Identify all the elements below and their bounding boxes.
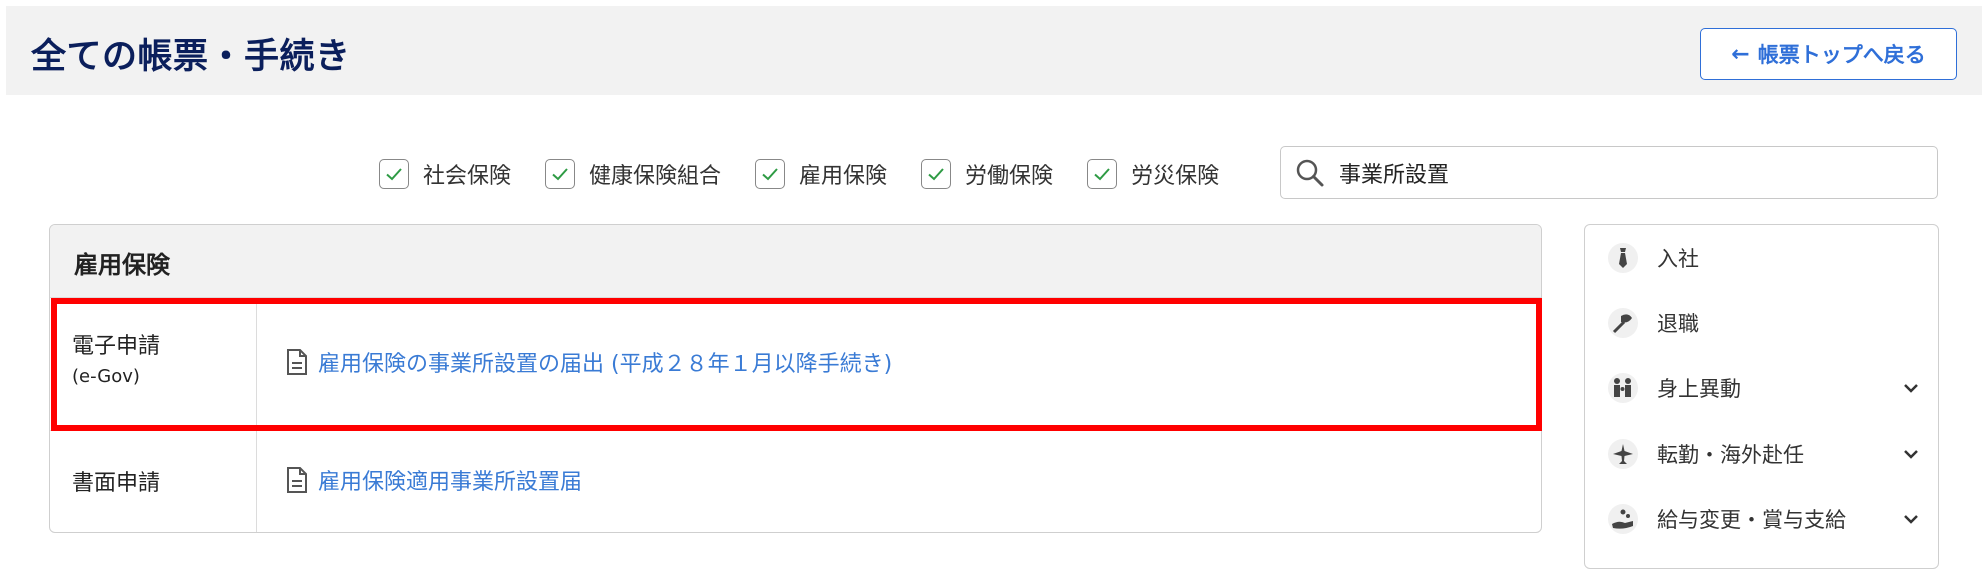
back-button-label: 帳票トップへ戻る [1757,43,1926,67]
page-header: 全ての帳票・手続き ← 帳票トップへ戻る [6,6,1982,95]
form-link[interactable]: 雇用保険適用事業所設置届 [286,464,582,496]
document-icon [287,467,307,493]
sidebar-item-tenkin[interactable]: 転勤・海外赴任 [1585,434,1938,474]
filter-rodo-hoken[interactable]: 労働保険 [921,158,1053,190]
chevron-down-icon[interactable] [1902,379,1920,397]
search-input[interactable]: 事業所設置 [1280,146,1938,199]
family-icon [1608,373,1638,403]
airplane-icon [1608,439,1638,469]
checkbox[interactable] [921,159,952,189]
table-row: 電子申請 (e-Gov) 雇用保険の事業所設置の届出 (平成２８年１月以降手続き… [50,298,1541,430]
filter-rosai-hoken[interactable]: 労災保険 [1087,158,1219,190]
filter-kenko-hoken-kumiai[interactable]: 健康保険組合 [545,158,721,190]
page-title: 全ての帳票・手続き [31,37,351,77]
filter-shakai-hoken[interactable]: 社会保険 [379,158,511,190]
sidebar-item-kyuyo-henko[interactable]: 給与変更・賞与支給 [1585,499,1938,539]
application-type-label: 電子申請 [72,334,161,359]
filter-label: 健康保険組合 [589,164,722,189]
checkmark-icon [552,168,568,181]
checkmark-icon [928,168,944,181]
checkmark-icon [1094,168,1110,181]
chevron-down-icon[interactable] [1902,445,1920,463]
sidebar-item-label: 転勤・海外赴任 [1657,443,1804,467]
application-type-cell: 電子申請 (e-Gov) [50,298,257,430]
table-header: 雇用保険 [50,225,1541,298]
form-link-label[interactable]: 雇用保険適用事業所設置届 [318,464,582,496]
document-icon [287,349,307,375]
bouquet-icon [1608,308,1638,338]
form-link[interactable]: 雇用保険の事業所設置の届出 (平成２８年１月以降手続き) [286,346,892,378]
sidebar-item-taishoku[interactable]: 退職 [1585,303,1938,343]
category-sidebar: 入社 退職 身上異動 転勤・海外赴任 給与変更・賞与支給 [1584,224,1939,569]
checkmark-icon [386,168,402,181]
search-icon [1296,159,1324,186]
form-link-label[interactable]: 雇用保険の事業所設置の届出 (平成２８年１月以降手続き) [318,346,892,378]
money-hand-icon [1608,504,1638,534]
checkbox[interactable] [545,159,576,189]
checkbox[interactable] [755,159,786,189]
filter-label: 労災保険 [1131,164,1220,189]
application-type-sub: (e-Gov) [72,366,140,387]
checkmark-icon [762,168,778,181]
filter-label: 雇用保険 [799,164,888,189]
sidebar-item-shinjo-ido[interactable]: 身上異動 [1585,368,1938,408]
arrow-left-icon: ← [1731,41,1750,67]
filter-koyo-hoken[interactable]: 雇用保険 [755,158,887,190]
application-type-cell: 書面申請 [50,431,257,532]
checkbox[interactable] [1087,159,1118,189]
filter-label: 労働保険 [965,164,1054,189]
sidebar-item-label: 退職 [1657,312,1699,336]
necktie-icon [1608,243,1638,273]
insurance-filter-group: 社会保険 健康保険組合 雇用保険 労働保険 労災保険 [379,156,1253,192]
sidebar-item-label: 身上異動 [1657,377,1741,401]
table-row: 書面申請 雇用保険適用事業所設置届 [50,430,1541,532]
filter-label: 社会保険 [423,164,512,189]
checkbox[interactable] [379,159,409,189]
back-to-forms-top-button[interactable]: ← 帳票トップへ戻る [1700,28,1957,80]
application-type-label: 書面申請 [72,471,161,496]
sidebar-item-label: 入社 [1657,247,1699,271]
sidebar-item-label: 給与変更・賞与支給 [1657,508,1846,532]
search-value[interactable]: 事業所設置 [1339,157,1449,189]
sidebar-item-nyusha[interactable]: 入社 [1585,238,1938,278]
chevron-down-icon[interactable] [1902,510,1920,528]
forms-table: 雇用保険 電子申請 (e-Gov) 雇用保険の事業所設置の届出 (平成２８年１月… [49,224,1542,533]
table-title: 雇用保険 [74,251,170,279]
